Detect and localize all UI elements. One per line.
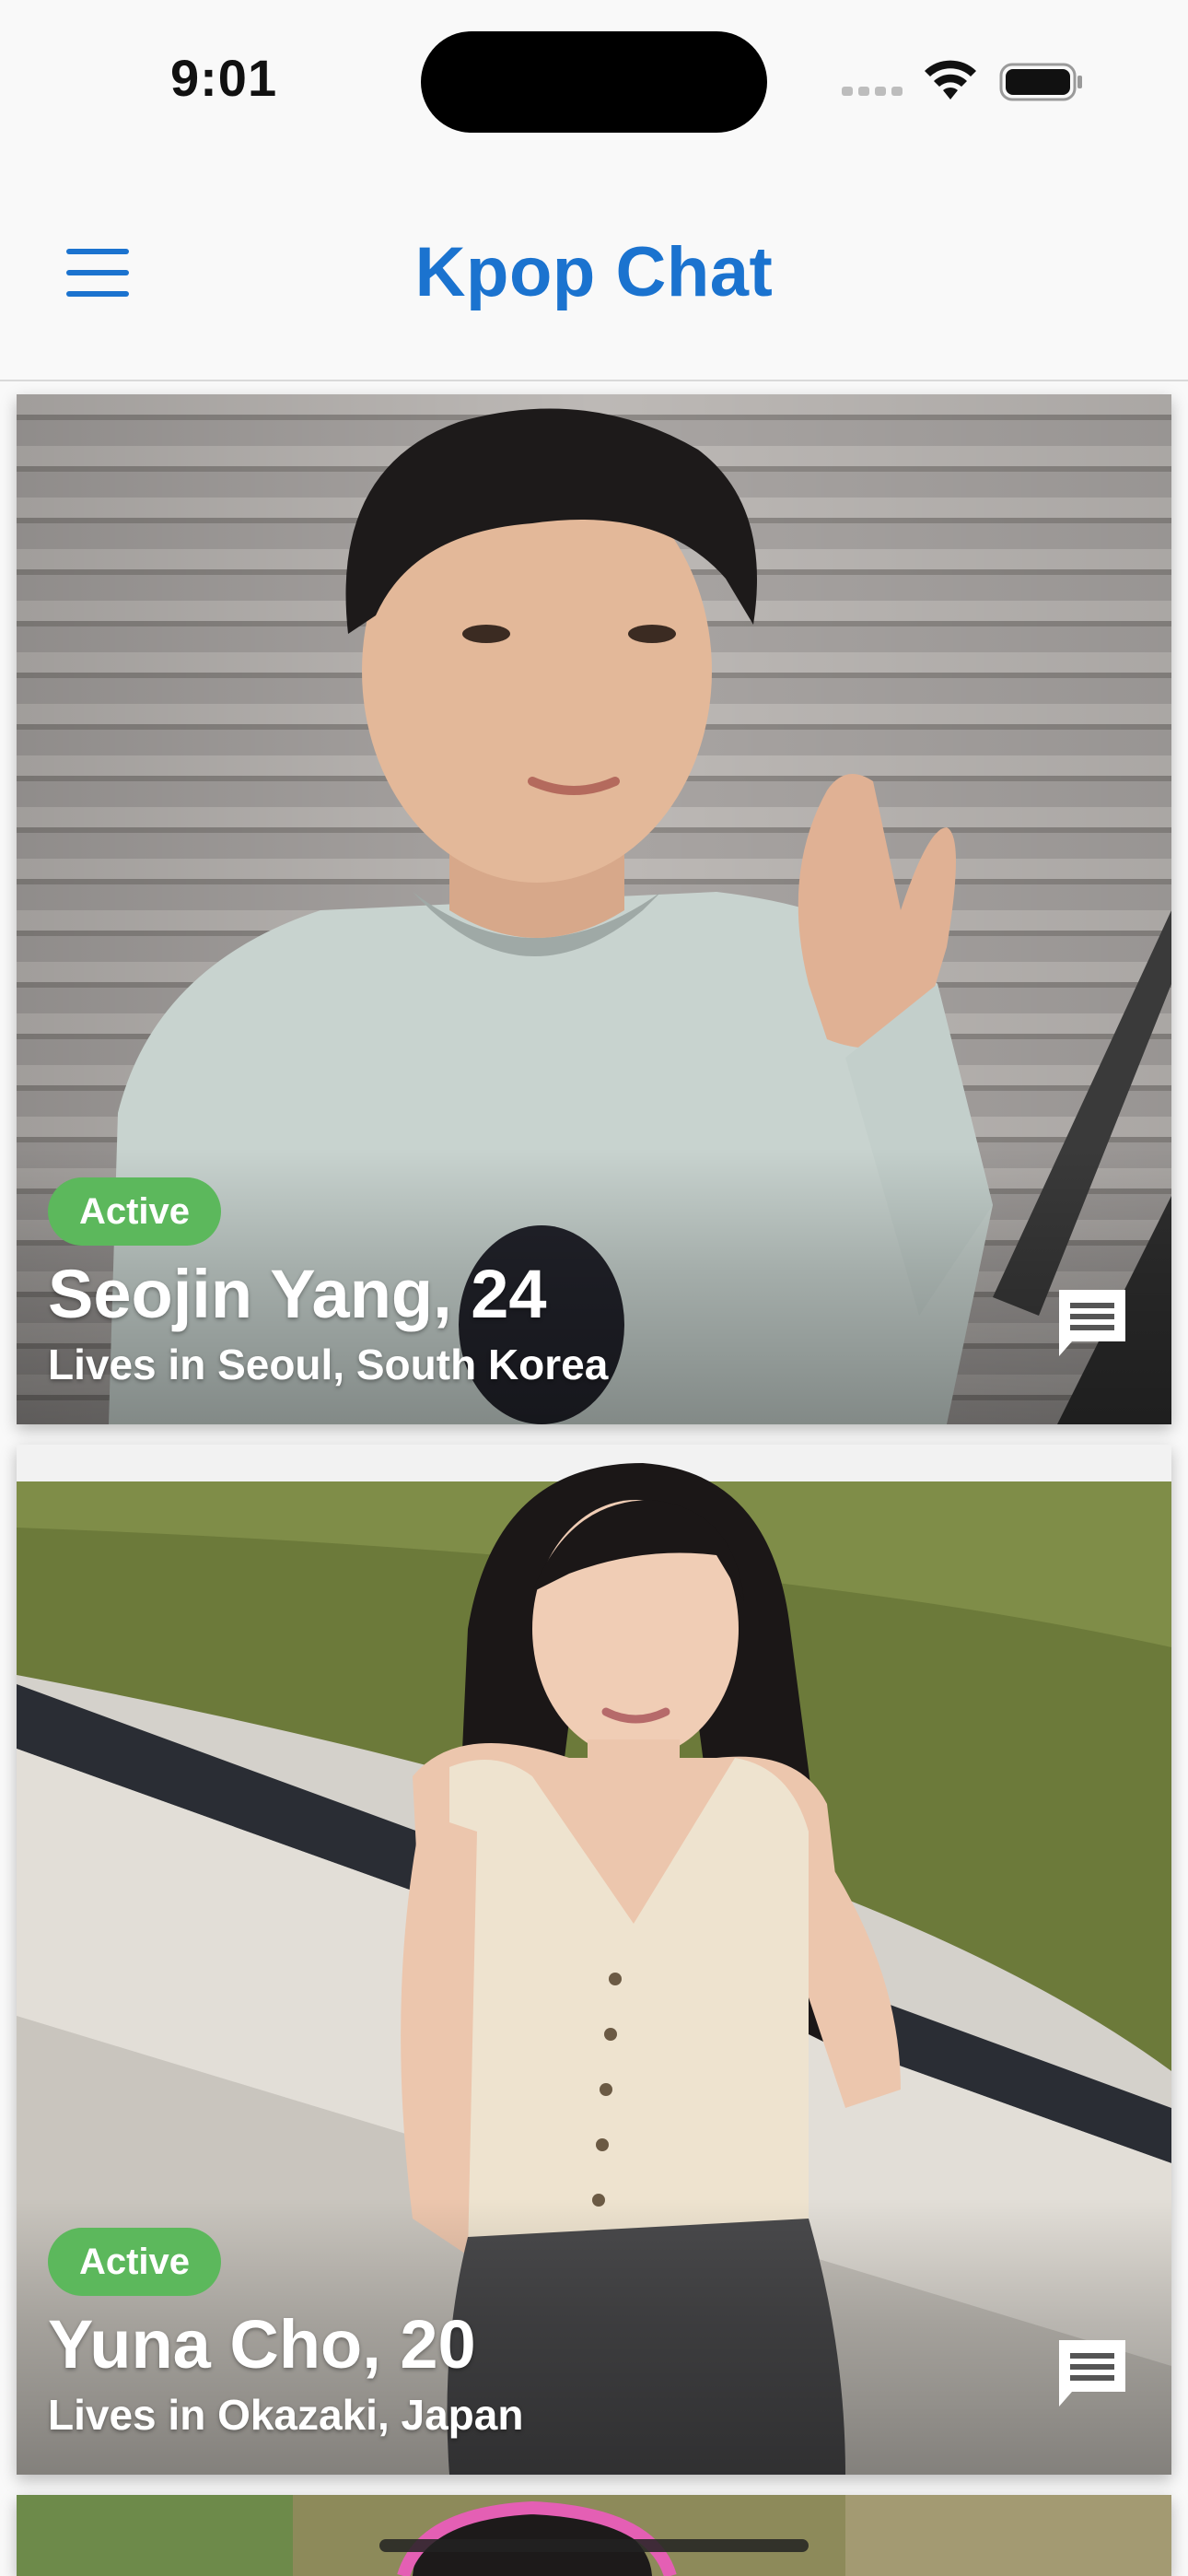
status-time: 9:01: [170, 49, 278, 107]
profile-name: Yuna Cho, 20: [48, 2306, 476, 2383]
wifi-icon: [925, 60, 976, 100]
profile-location: Lives in Seoul, South Korea: [48, 1341, 609, 1388]
app-screen: 9:01 Kpop Chat Active Seojin Yang, 24 Li…: [0, 0, 1188, 2576]
profile-photo: [17, 2495, 1171, 2576]
chat-icon[interactable]: [1054, 2335, 1131, 2412]
status-bar: 9:01: [0, 0, 1188, 157]
profile-card[interactable]: [17, 2495, 1171, 2576]
battery-icon: [999, 63, 1082, 101]
profile-name: Seojin Yang, 24: [48, 1256, 547, 1332]
app-header: Kpop Chat: [0, 175, 1188, 381]
home-indicator[interactable]: [379, 2539, 809, 2552]
dynamic-island: [421, 31, 767, 133]
status-badge: Active: [48, 2228, 221, 2296]
profile-card[interactable]: Active Seojin Yang, 24 Lives in Seoul, S…: [17, 394, 1171, 1424]
chat-icon[interactable]: [1054, 1284, 1131, 1362]
status-badge: Active: [48, 1177, 221, 1246]
profile-location: Lives in Okazaki, Japan: [48, 2391, 524, 2439]
profile-card[interactable]: Active Yuna Cho, 20 Lives in Okazaki, Ja…: [17, 1445, 1171, 2475]
page-title: Kpop Chat: [414, 233, 774, 311]
cellular-signal-icon: [842, 85, 904, 98]
